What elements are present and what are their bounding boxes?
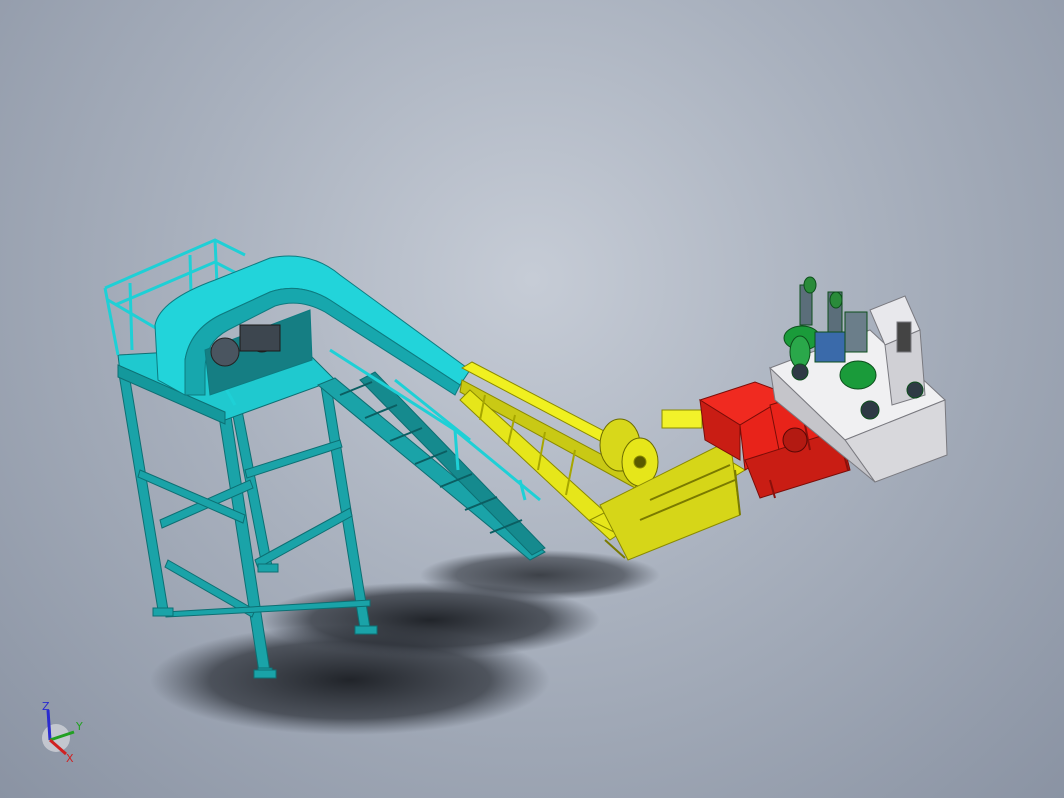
ground-shadow [150,550,660,735]
axis-triad: Z Y X [42,700,83,765]
z-axis-line [46,709,52,741]
y-axis-label: Y [75,720,83,733]
assembly-render[interactable] [0,0,1064,798]
cad-viewport[interactable]: Z Y X [0,0,1064,798]
z-axis-label: Z [42,700,50,713]
x-axis-label: X [66,752,74,765]
